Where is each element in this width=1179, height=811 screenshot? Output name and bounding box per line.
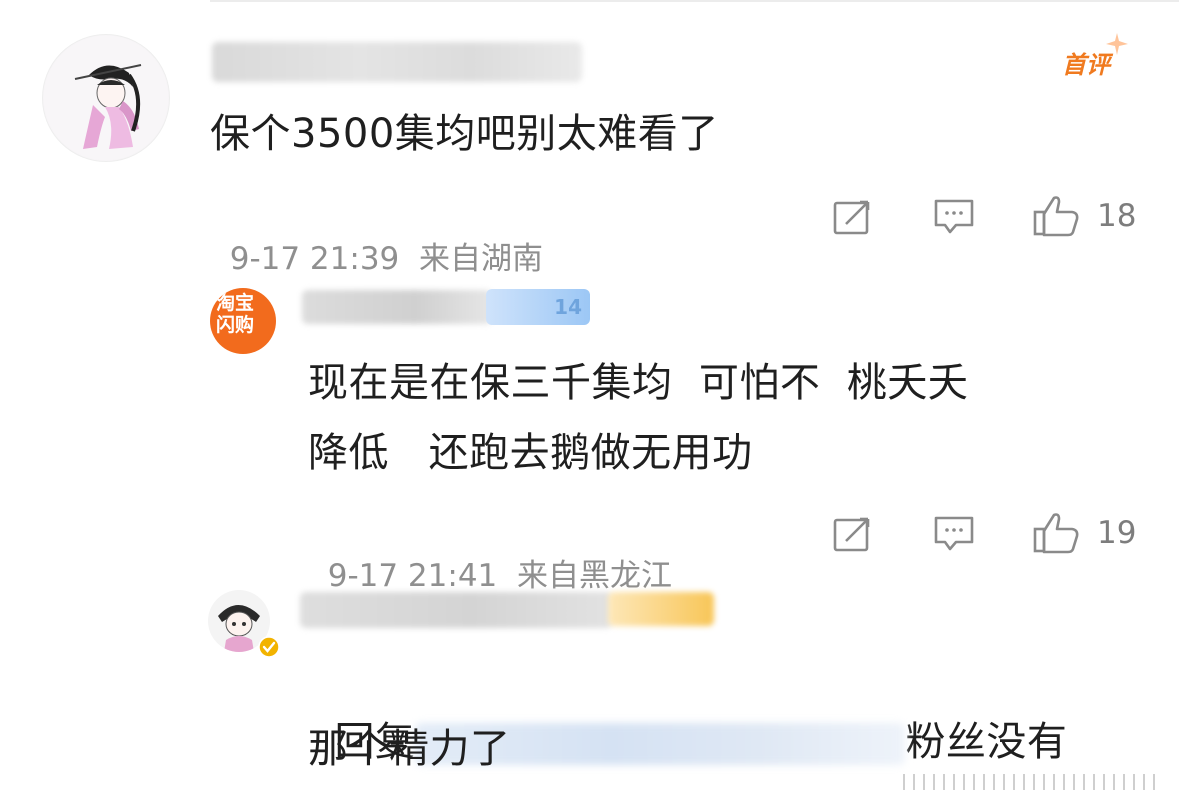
username-blurred[interactable] [300,592,612,628]
avatar[interactable]: 淘宝 闪购 [210,288,276,354]
comment-timestamp: 9-17 21:39 来自湖南 [229,241,543,277]
comment-icon[interactable] [932,512,976,556]
user-badge-level: 14 [554,295,582,319]
reply-text-line2: 降低 还跑去鹅做无用功 [308,430,753,476]
avatar-illustration [44,36,168,160]
reply-text-line2: 那个精力了 [308,726,511,772]
first-comment-badge: 首评 [1062,33,1128,80]
divider [210,0,1179,2]
reply-text-line1: 现在是在保三千集均 可怕不 桃夭夭 [308,360,969,406]
reply-timestamp: 9-17 21:41 来自黑龙江 [327,558,672,594]
repost-icon[interactable] [832,198,872,238]
user-badge: 14 [486,289,590,325]
username-blurred[interactable] [302,290,492,324]
comment-icon[interactable] [932,195,976,239]
like-icon[interactable] [1032,511,1080,555]
app-badge-line2: 闪购 [216,314,255,336]
avatar[interactable] [42,34,170,162]
username-blurred[interactable] [212,42,582,82]
like-icon[interactable] [1032,194,1080,238]
sparkle-icon [1106,33,1128,55]
user-badge-blurred [608,592,714,626]
comment-text: 保个3500集均吧别太难看了 [210,111,719,157]
scroll-indicator [900,772,1170,792]
like-count: 19 [1097,515,1137,551]
app-badge-line1: 淘宝 [216,292,255,314]
like-count: 18 [1097,198,1137,234]
repost-icon[interactable] [832,515,872,555]
verified-badge-icon [258,636,280,658]
reply-suffix: 粉丝没有 [905,719,1068,765]
